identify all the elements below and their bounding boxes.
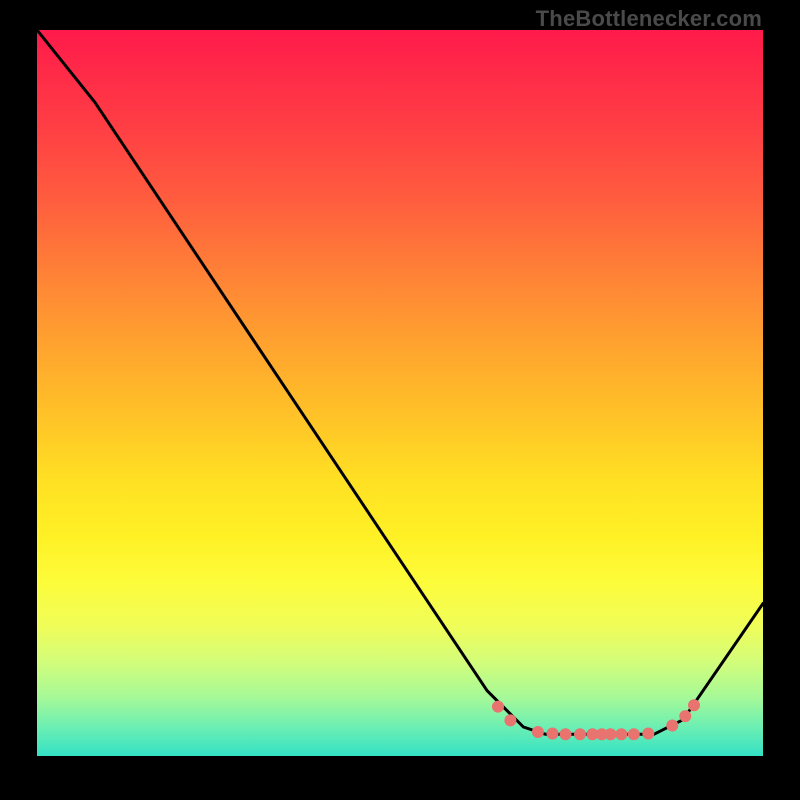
curve-marker [560,728,572,740]
curve-marker [666,720,678,732]
chart-stage: TheBottlenecker.com [0,0,800,800]
curve-layer [37,30,763,756]
curve-marker [532,726,544,738]
plot-area [37,30,763,756]
curve-marker [504,714,516,726]
curve-marker [492,701,504,713]
curve-marker [679,710,691,722]
curve-marker [605,728,617,740]
curve-marker [615,728,627,740]
curve-marker [642,728,654,740]
curve-marker [628,728,640,740]
curve-marker [688,699,700,711]
curve-marker [547,728,559,740]
curve-marker [574,728,586,740]
main-curve [37,30,763,734]
curve-markers [492,699,700,740]
attribution-label: TheBottlenecker.com [536,6,762,32]
